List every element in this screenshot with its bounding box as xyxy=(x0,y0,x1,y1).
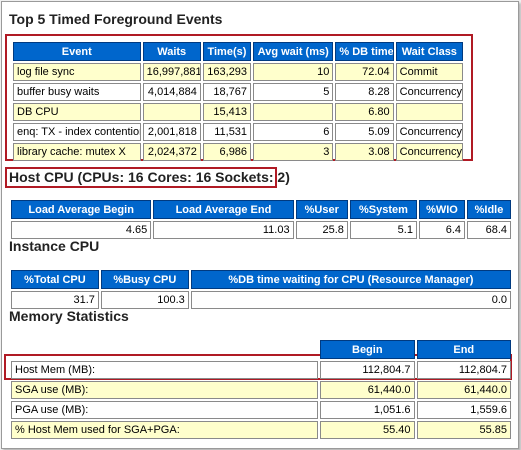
col-header-busy-cpu: %Busy CPU xyxy=(100,270,189,289)
table-row: 31.7 100.3 0.0 xyxy=(11,291,511,309)
instance-cpu-header-row: %Total CPU %Busy CPU %DB time waiting fo… xyxy=(11,270,511,289)
end-value: 1,559.6 xyxy=(416,401,511,419)
table-row: DB CPU 15,413 6.80 xyxy=(13,103,463,121)
begin-value: 61,440.0 xyxy=(320,381,415,399)
col-header-db-time: % DB time xyxy=(335,42,394,61)
col-header-idle: %Idle xyxy=(467,200,511,219)
db-time-value: 6.80 xyxy=(335,103,394,121)
table-row: library cache: mutex X 2,024,372 6,986 3… xyxy=(13,143,463,161)
table-row: SGA use (MB): 61,440.0 61,440.0 xyxy=(11,381,511,399)
event-name: enq: TX - index contention xyxy=(13,123,141,141)
col-header-event: Event xyxy=(13,42,141,61)
time-value: 6,986 xyxy=(202,143,252,161)
table-row: buffer busy waits 4,014,884 18,767 5 8.2… xyxy=(13,83,463,101)
waits-value: 16,997,881 xyxy=(142,63,201,81)
table-row: log file sync 16,997,881 163,293 10 72.0… xyxy=(13,63,463,81)
table-row: Host Mem (MB): 112,804.7 112,804.7 xyxy=(11,361,511,379)
col-header-time: Time(s) xyxy=(202,42,252,61)
db-time-value: 5.09 xyxy=(335,123,394,141)
wait-class-value: Concurrency xyxy=(395,83,463,101)
avg-wait-value: 10 xyxy=(253,63,334,81)
event-name: log file sync xyxy=(13,63,141,81)
end-value: 55.85 xyxy=(416,421,511,439)
col-header-db-time-waiting: %DB time waiting for CPU (Resource Manag… xyxy=(190,270,511,289)
begin-value: 1,051.6 xyxy=(320,401,415,419)
avg-wait-value: 5 xyxy=(253,83,334,101)
db-time-waiting-value: 0.0 xyxy=(190,291,511,309)
wait-class-value: Commit xyxy=(395,63,463,81)
busy-cpu-value: 100.3 xyxy=(100,291,189,309)
end-value: 61,440.0 xyxy=(416,381,511,399)
avg-wait-value: 3 xyxy=(253,143,334,161)
memory-stat-label: PGA use (MB): xyxy=(11,401,319,419)
col-header-user: %User xyxy=(295,200,348,219)
wait-class-value: Concurrency xyxy=(395,143,463,161)
waits-value: 4,014,884 xyxy=(142,83,201,101)
col-header-wio: %WIO xyxy=(418,200,465,219)
top5-title: Top 5 Timed Foreground Events xyxy=(9,11,223,27)
db-time-value: 3.08 xyxy=(335,143,394,161)
load-end-value: 11.03 xyxy=(153,221,294,239)
awr-report-page: Top 5 Timed Foreground Events Event Wait… xyxy=(1,1,519,449)
table-row: % Host Mem used for SGA+PGA: 55.40 55.85 xyxy=(11,421,511,439)
wio-value: 6.4 xyxy=(418,221,465,239)
table-row: 4.65 11.03 25.8 5.1 6.4 68.4 xyxy=(11,221,511,239)
col-header-avg-wait: Avg wait (ms) xyxy=(253,42,334,61)
memory-stat-label: SGA use (MB): xyxy=(11,381,319,399)
total-cpu-value: 31.7 xyxy=(11,291,99,309)
event-name: buffer busy waits xyxy=(13,83,141,101)
host-cpu-table: Load Average Begin Load Average End %Use… xyxy=(9,198,513,241)
waits-value xyxy=(142,103,201,121)
event-name: DB CPU xyxy=(13,103,141,121)
waits-value: 2,024,372 xyxy=(142,143,201,161)
time-value: 18,767 xyxy=(202,83,252,101)
memory-header-blank xyxy=(11,340,318,359)
avg-wait-value: 6 xyxy=(253,123,334,141)
db-time-value: 72.04 xyxy=(335,63,394,81)
top5-table: Event Waits Time(s) Avg wait (ms) % DB t… xyxy=(11,40,465,163)
event-name: library cache: mutex X xyxy=(13,143,141,161)
waits-value: 2,001,818 xyxy=(142,123,201,141)
col-header-waits: Waits xyxy=(142,42,201,61)
time-value: 15,413 xyxy=(202,103,252,121)
avg-wait-value xyxy=(253,103,334,121)
wait-class-value xyxy=(395,103,463,121)
table-row: PGA use (MB): 1,051.6 1,559.6 xyxy=(11,401,511,419)
memory-title: Memory Statistics xyxy=(9,308,129,324)
host-cpu-title: Host CPU (CPUs: 16 Cores: 16 Sockets: 2) xyxy=(9,169,290,185)
col-header-load-begin: Load Average Begin xyxy=(11,200,152,219)
instance-cpu-title: Instance CPU xyxy=(9,238,100,254)
load-begin-value: 4.65 xyxy=(11,221,152,239)
instance-cpu-table: %Total CPU %Busy CPU %DB time waiting fo… xyxy=(9,268,513,311)
wait-class-value: Concurrency xyxy=(395,123,463,141)
col-header-system: %System xyxy=(349,200,417,219)
db-time-value: 8.28 xyxy=(335,83,394,101)
begin-value: 112,804.7 xyxy=(320,361,415,379)
begin-value: 55.40 xyxy=(320,421,415,439)
time-value: 11,531 xyxy=(202,123,252,141)
host-cpu-header-row: Load Average Begin Load Average End %Use… xyxy=(11,200,511,219)
col-header-wait-class: Wait Class xyxy=(395,42,463,61)
table-row: enq: TX - index contention 2,001,818 11,… xyxy=(13,123,463,141)
col-header-begin: Begin xyxy=(320,340,415,359)
system-value: 5.1 xyxy=(349,221,417,239)
memory-stat-label: Host Mem (MB): xyxy=(11,361,319,379)
col-header-total-cpu: %Total CPU xyxy=(11,270,99,289)
col-header-load-end: Load Average End xyxy=(153,200,294,219)
memory-table: Begin End Host Mem (MB): 112,804.7 112,8… xyxy=(9,338,513,441)
idle-value: 68.4 xyxy=(467,221,511,239)
memory-header-row: Begin End xyxy=(11,340,511,359)
end-value: 112,804.7 xyxy=(416,361,511,379)
col-header-end: End xyxy=(416,340,511,359)
top5-header-row: Event Waits Time(s) Avg wait (ms) % DB t… xyxy=(13,42,463,61)
time-value: 163,293 xyxy=(202,63,252,81)
user-value: 25.8 xyxy=(295,221,348,239)
memory-stat-label: % Host Mem used for SGA+PGA: xyxy=(11,421,319,439)
